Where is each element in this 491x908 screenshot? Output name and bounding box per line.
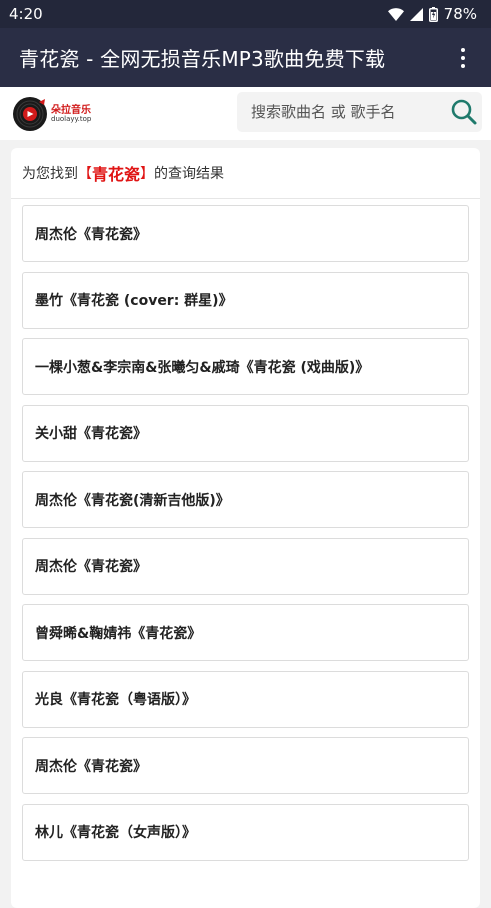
- song-item[interactable]: 周杰伦《青花瓷(清新吉他版)》: [22, 471, 469, 528]
- results-summary: 为您找到【青花瓷】的查询结果: [11, 148, 480, 199]
- search-box: [237, 92, 482, 132]
- song-list: 周杰伦《青花瓷》 墨竹《青花瓷 (cover: 群星)》 一棵小葱&李宗南&张曦…: [22, 205, 469, 870]
- results-suffix: 的查询结果: [154, 166, 225, 182]
- logo-domain: duolayy.top: [51, 114, 92, 123]
- status-bar: 4:20 78%: [0, 0, 491, 28]
- site-logo[interactable]: 朵拉音乐 duolayy.top: [12, 96, 112, 132]
- app-bar: 青花瓷 - 全网无损音乐MP3歌曲免费下载: [0, 28, 491, 87]
- search-icon[interactable]: [445, 92, 482, 132]
- song-item[interactable]: 林儿《青花瓷（女声版）》: [22, 803, 469, 861]
- search-query: 青花瓷: [92, 165, 141, 184]
- results-prefix: 为您找到: [22, 166, 78, 182]
- song-item[interactable]: 周杰伦《青花瓷》: [22, 737, 469, 794]
- more-vertical-icon[interactable]: [451, 38, 475, 78]
- results-card: 为您找到【青花瓷】的查询结果 周杰伦《青花瓷》 墨竹《青花瓷 (cover: 群…: [11, 148, 480, 908]
- song-item[interactable]: 一棵小葱&李宗南&张曦匀&戚琦《青花瓷 (戏曲版)》: [22, 338, 469, 395]
- site-header: 朵拉音乐 duolayy.top: [0, 87, 491, 140]
- song-item[interactable]: 曾舜晞&鞠婧祎《青花瓷》: [22, 604, 469, 661]
- vinyl-record-icon: [13, 97, 47, 131]
- open-bracket: 【: [78, 166, 92, 182]
- cellular-signal-icon: [409, 7, 423, 21]
- song-item[interactable]: 周杰伦《青花瓷》: [22, 205, 469, 262]
- song-item[interactable]: 光良《青花瓷（粤语版）》: [22, 670, 469, 728]
- song-item[interactable]: 周杰伦《青花瓷》: [22, 537, 469, 595]
- logo-name: 朵拉音乐: [51, 104, 91, 116]
- song-item[interactable]: 墨竹《青花瓷 (cover: 群星)》: [22, 271, 469, 329]
- battery-percent: 78%: [443, 5, 477, 23]
- close-bracket: 】: [140, 166, 155, 182]
- status-icons: 78%: [387, 5, 477, 23]
- wifi-icon: [387, 7, 404, 21]
- search-input[interactable]: [237, 92, 445, 132]
- app-title: 青花瓷 - 全网无损音乐MP3歌曲免费下载: [19, 47, 386, 71]
- song-item[interactable]: 关小甜《青花瓷》: [22, 404, 469, 462]
- battery-icon: [428, 6, 438, 22]
- status-time: 4:20: [9, 5, 43, 23]
